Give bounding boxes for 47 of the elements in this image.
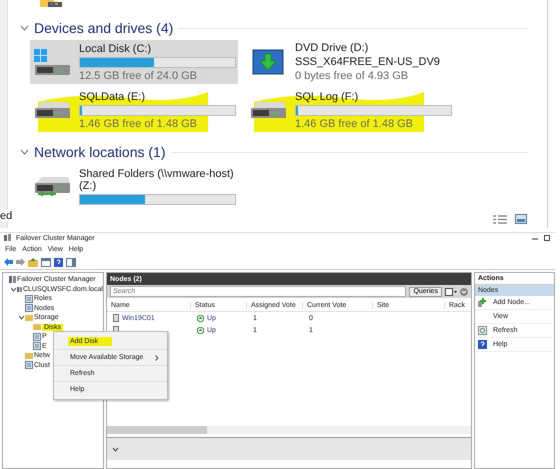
- status-up-icon: [197, 314, 204, 322]
- hard-drive-icon: [33, 48, 71, 76]
- add-node-icon: [478, 298, 487, 307]
- help-icon: [478, 340, 487, 349]
- chevron-icon[interactable]: [20, 149, 29, 155]
- forward-icon[interactable]: [16, 258, 25, 266]
- hard-drive-icon: [34, 101, 70, 119]
- section-heading: Devices and drives (4): [34, 20, 174, 36]
- chevron-icon[interactable]: [112, 446, 119, 452]
- cluster-icon: [17, 286, 22, 293]
- drive-tile[interactable]: DVD Drive (D:) SSS_X64FREE_EN-US_DV9 0 bytes free of 4.93 GB: [246, 40, 486, 84]
- status-text: ed: [0, 210, 14, 222]
- drive-name: Shared Folders (\\vmware-host) (Z:): [79, 168, 235, 192]
- maximize-icon[interactable]: [543, 234, 551, 242]
- drive-tile[interactable]: Local Disk (C:) 12.5 GB free of 24.0 GB: [30, 40, 238, 84]
- status-up-icon: [197, 326, 204, 334]
- free-space-text: 12.5 GB free of 24.0 GB: [79, 70, 198, 82]
- refresh-icon: [478, 326, 487, 335]
- list-icon: [25, 361, 33, 370]
- horizontal-scrollbar[interactable]: [107, 426, 471, 434]
- drive-tile[interactable]: Shared Folders (\\vmware-host) (Z:): [30, 164, 238, 208]
- console-tree-icon[interactable]: [41, 258, 51, 266]
- up-folder-icon[interactable]: [28, 258, 38, 266]
- drive-name: DVD Drive (D:): [295, 42, 370, 54]
- collapse-caret-icon[interactable]: [11, 286, 16, 292]
- chevron-icon[interactable]: [20, 25, 29, 31]
- save-query-icon[interactable]: [444, 288, 457, 296]
- disc-install-icon: [252, 49, 284, 75]
- network-drive-icon: [34, 176, 70, 196]
- folder-icon: [25, 352, 33, 359]
- section-heading: Network locations (1): [34, 144, 166, 160]
- drive-name: Local Disk (C:): [79, 42, 152, 54]
- back-icon[interactable]: [4, 258, 13, 266]
- cluster-icon: [9, 276, 16, 284]
- folder-icon: [40, 0, 64, 8]
- action-pane-icon[interactable]: [66, 258, 76, 266]
- hard-drive-icon: [250, 101, 286, 119]
- chevron-down-icon[interactable]: [460, 288, 468, 296]
- tiles-view-icon[interactable]: [515, 214, 527, 224]
- free-space-text: 1.46 GB free of 1.48 GB: [79, 118, 198, 130]
- cluster-icon: [4, 234, 12, 242]
- free-space-text: 1.46 GB free of 1.48 GB: [295, 118, 414, 130]
- collapse-caret-icon[interactable]: [19, 315, 24, 320]
- details-view-icon[interactable]: [493, 214, 507, 224]
- free-space-text: 0 bytes free of 4.93 GB: [295, 70, 410, 82]
- volume-label: SSS_X64FREE_EN-US_DV9: [295, 56, 441, 68]
- help-icon[interactable]: [54, 258, 63, 266]
